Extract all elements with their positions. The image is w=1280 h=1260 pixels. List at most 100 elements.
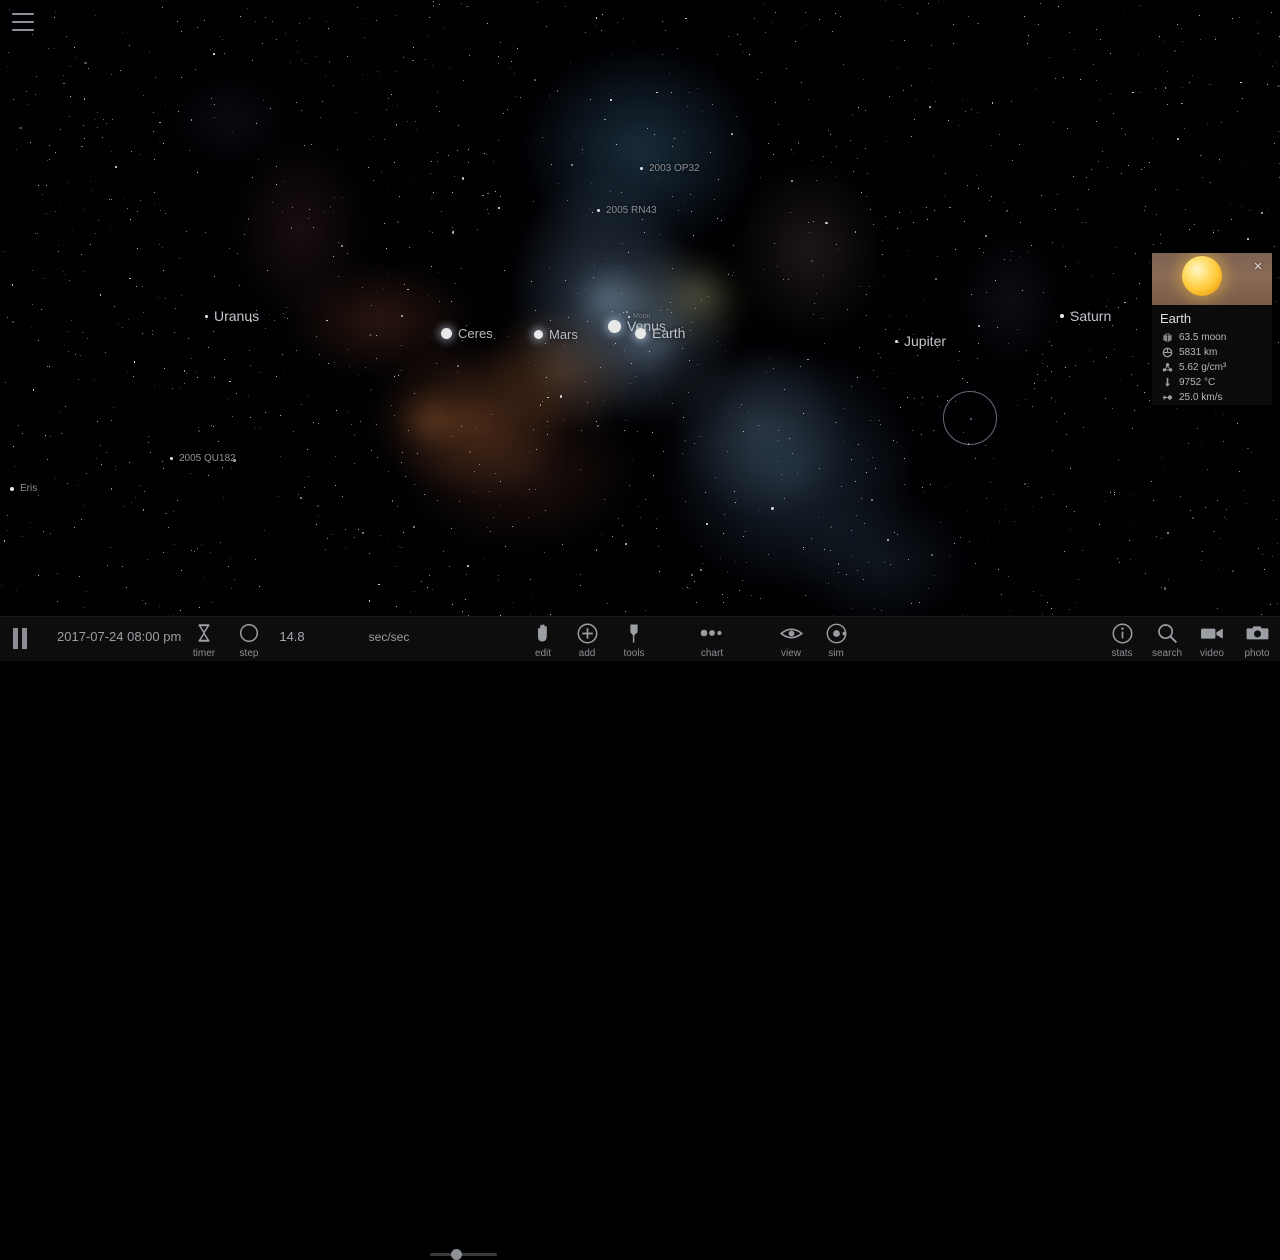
celestial-body[interactable]: Jupiter [895, 333, 946, 349]
star [590, 99, 591, 100]
star [953, 43, 954, 44]
star [1041, 497, 1042, 498]
star [293, 431, 294, 432]
star [1251, 452, 1252, 453]
star [1259, 54, 1260, 55]
close-icon[interactable]: × [1250, 259, 1266, 275]
star [1217, 608, 1218, 609]
celestial-body[interactable]: 2003 OP32 [640, 163, 700, 174]
celestial-body[interactable]: Mars [534, 327, 578, 342]
star [1051, 397, 1053, 399]
star [328, 363, 329, 364]
star [72, 230, 73, 231]
star [231, 588, 232, 589]
celestial-body[interactable]: Moon [628, 313, 651, 320]
star [265, 328, 266, 329]
stat-row: 5.62 g/cm³ [1152, 360, 1272, 375]
star [775, 12, 776, 13]
star [83, 271, 84, 272]
star [1069, 609, 1070, 610]
celestial-body[interactable]: Uranus [205, 308, 259, 324]
star [63, 75, 64, 76]
star [989, 200, 990, 201]
star [819, 19, 820, 20]
celestial-body[interactable]: Eris [10, 483, 37, 494]
star [152, 330, 153, 331]
star [684, 203, 685, 204]
star [570, 62, 571, 63]
pause-icon[interactable] [13, 628, 33, 649]
star [971, 294, 972, 295]
tool-tools[interactable]: tools [605, 622, 663, 659]
star [1066, 506, 1067, 507]
star [371, 450, 372, 451]
star [229, 248, 230, 249]
star [131, 151, 132, 152]
star [1219, 538, 1220, 539]
star [596, 25, 597, 26]
star [811, 260, 813, 262]
star [177, 500, 178, 501]
tool-sim[interactable]: sim [807, 622, 865, 659]
star [535, 310, 536, 311]
star [137, 248, 138, 249]
star [22, 536, 23, 537]
panel-hero-image: × [1152, 253, 1272, 305]
star [1232, 18, 1233, 19]
star [67, 182, 68, 183]
tool-photo[interactable]: photo [1228, 622, 1280, 659]
star [181, 77, 182, 78]
star [142, 286, 143, 287]
star [144, 491, 145, 492]
celestial-body[interactable]: Saturn [1060, 308, 1111, 324]
star [1185, 209, 1186, 210]
star [500, 481, 501, 482]
tool-chart[interactable]: chart [683, 622, 741, 659]
simulation-clock[interactable]: 2017-07-24 08:00 pm [57, 629, 181, 644]
celestial-body[interactable]: Ceres [441, 326, 493, 341]
celestial-body[interactable]: 2005 RN43 [597, 205, 657, 216]
star [377, 457, 378, 458]
star [301, 60, 302, 61]
star [95, 119, 96, 120]
star [403, 57, 404, 58]
stat-row: 9752 °C [1152, 375, 1272, 390]
star [601, 30, 602, 31]
slider-handle[interactable] [451, 1249, 462, 1260]
star [213, 53, 215, 55]
star [1049, 57, 1051, 59]
star [1017, 329, 1019, 331]
star [685, 440, 686, 441]
star [516, 96, 517, 97]
star [1278, 131, 1279, 132]
star [97, 127, 98, 128]
star [1161, 538, 1162, 539]
star [629, 485, 630, 486]
star [925, 544, 926, 545]
star [228, 566, 229, 567]
star [571, 164, 573, 166]
star [1075, 365, 1076, 366]
star [684, 441, 685, 442]
star [759, 510, 760, 511]
time-rate-slider[interactable] [430, 1253, 497, 1256]
star [975, 458, 976, 459]
star [368, 167, 369, 168]
star [165, 298, 166, 299]
celestial-body[interactable]: 2005 QU182 [170, 453, 236, 464]
body-label: Mars [549, 327, 578, 342]
star [1112, 325, 1113, 326]
star [510, 67, 511, 68]
tool-step[interactable]: step [220, 622, 278, 659]
selection-circle-indicator[interactable] [943, 391, 997, 445]
star [391, 94, 392, 95]
sky-viewport[interactable]: 2003 OP322005 RN43UranusCeresMarsVenusMo… [0, 0, 1280, 661]
star [395, 15, 396, 16]
star [837, 586, 838, 587]
star [111, 74, 112, 75]
hamburger-menu-icon[interactable] [12, 13, 34, 31]
celestial-body[interactable]: Earth [635, 325, 685, 341]
star [71, 320, 72, 321]
star [791, 180, 793, 182]
object-info-panel[interactable]: × Earth 63.5 moon5831 km5.62 g/cm³9752 °… [1152, 253, 1272, 405]
